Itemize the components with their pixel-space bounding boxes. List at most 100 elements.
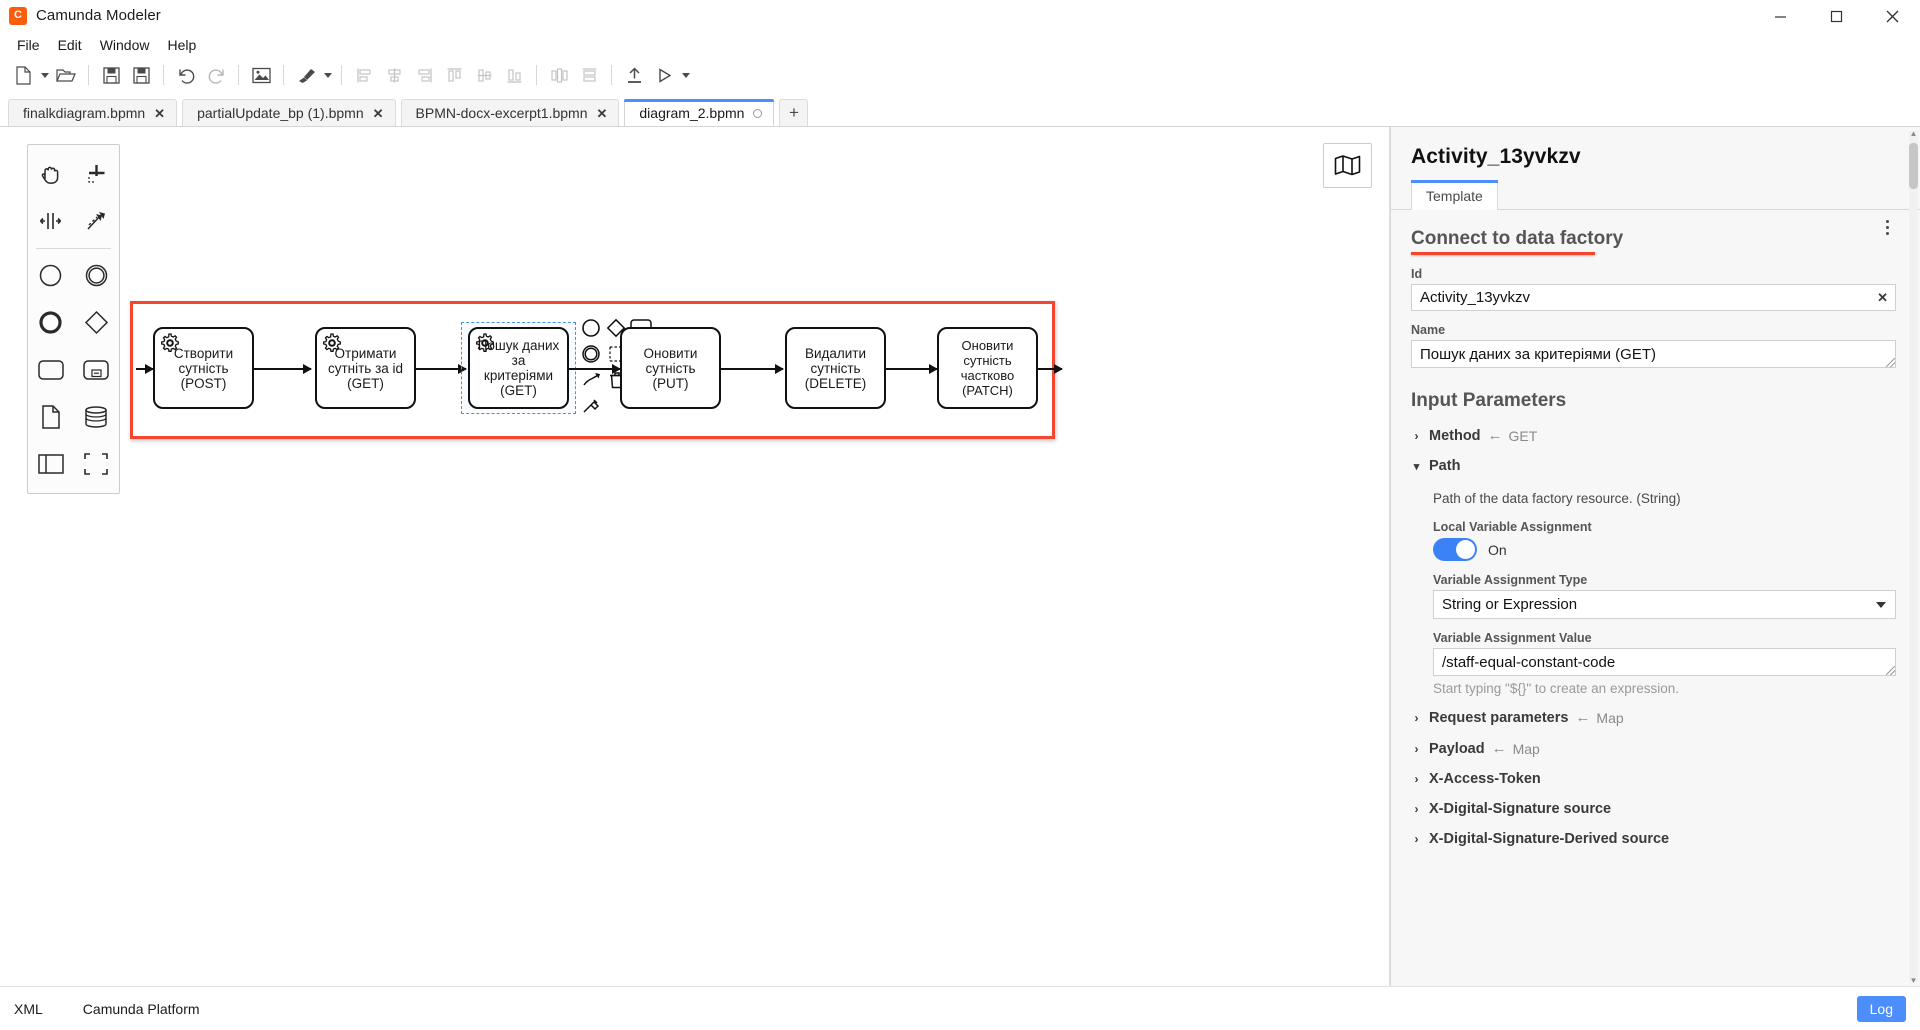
status-engine-label[interactable]: Camunda Platform xyxy=(57,1001,214,1017)
align-bottom-icon[interactable] xyxy=(499,61,529,89)
accordion-request-parameters[interactable]: › Request parameters ← Map xyxy=(1411,702,1896,733)
menu-file[interactable]: File xyxy=(8,35,49,55)
task-create-entity[interactable]: Створити сутність (POST) xyxy=(153,327,254,409)
sequence-flow xyxy=(1038,364,1063,374)
save-as-icon[interactable] xyxy=(126,61,156,89)
align-top-icon[interactable] xyxy=(439,61,469,89)
template-actions-menu-icon[interactable] xyxy=(1878,216,1896,238)
task-get-entity-by-id[interactable]: Отримати сутніть за id (GET) xyxy=(315,327,416,409)
brush-dropdown-caret[interactable] xyxy=(321,61,334,89)
variable-assignment-value-label: Variable Assignment Value xyxy=(1433,631,1592,645)
local-variable-assignment-toggle[interactable] xyxy=(1433,538,1477,561)
space-tool-icon[interactable] xyxy=(28,198,74,245)
accordion-payload[interactable]: › Payload ← Map xyxy=(1411,733,1896,764)
tab-label: partialUpdate_bp (1).bpmn xyxy=(197,105,364,121)
tab-close-icon[interactable]: ✕ xyxy=(154,107,165,120)
status-xml-button[interactable]: XML xyxy=(14,1001,57,1017)
accordion-x-digital-signature-source[interactable]: › X-Digital-Signature source xyxy=(1411,794,1896,824)
gateway-icon[interactable] xyxy=(74,299,120,346)
hand-tool-icon[interactable] xyxy=(28,151,74,198)
accordion-x-access-token[interactable]: › X-Access-Token xyxy=(1411,764,1896,794)
close-icon[interactable] xyxy=(1864,0,1920,32)
data-object-icon[interactable] xyxy=(28,393,74,440)
change-type-icon[interactable] xyxy=(580,395,602,417)
export-image-icon[interactable] xyxy=(246,61,276,89)
align-left-icon[interactable] xyxy=(349,61,379,89)
tab-partialupdate[interactable]: partialUpdate_bp (1).bpmn ✕ xyxy=(182,99,396,126)
participant-icon[interactable] xyxy=(28,440,74,487)
tab-unsaved-indicator[interactable] xyxy=(753,108,763,118)
properties-scrollbar[interactable]: ▲ ▼ xyxy=(1909,128,1918,985)
undo-icon[interactable] xyxy=(171,61,201,89)
new-file-dropdown-caret[interactable] xyxy=(38,61,51,89)
intermediate-event-icon[interactable] xyxy=(74,252,120,299)
tab-close-icon[interactable]: ✕ xyxy=(373,107,384,120)
new-file-icon[interactable] xyxy=(8,61,38,89)
open-file-icon[interactable] xyxy=(51,61,81,89)
name-input-resize-grip[interactable] xyxy=(1886,358,1895,367)
path-section-body: Path of the data factory resource. (Stri… xyxy=(1411,491,1896,696)
lasso-tool-icon[interactable] xyxy=(74,151,120,198)
task-update-entity-put[interactable]: Оновити сутність (PUT) xyxy=(620,327,721,409)
global-connect-tool-icon[interactable] xyxy=(74,198,120,245)
new-tab-button[interactable]: + xyxy=(779,99,809,126)
accordion-request-parameters-meta: ← Map xyxy=(1575,709,1623,726)
append-intermediate-event-icon[interactable] xyxy=(580,343,602,365)
sequence-flow xyxy=(569,364,621,374)
name-field-group: Name Пошук даних за критеріями (GET) xyxy=(1411,323,1896,368)
run-dropdown-caret[interactable] xyxy=(679,61,692,89)
log-button[interactable]: Log xyxy=(1856,995,1906,1022)
scrollbar-down-arrow-icon[interactable]: ▼ xyxy=(1909,975,1918,985)
properties-scroll-area[interactable]: Activity_13yvkzv Template Connect to dat… xyxy=(1391,127,1920,986)
brush-icon[interactable] xyxy=(291,61,321,89)
task-delete-entity[interactable]: Видалити сутність (DELETE) xyxy=(785,327,886,409)
accordion-x-digital-signature-derived-source[interactable]: › X-Digital-Signature-Derived source xyxy=(1411,824,1896,854)
variable-assignment-value-resize-grip[interactable] xyxy=(1886,666,1895,675)
tab-close-icon[interactable]: ✕ xyxy=(596,107,607,120)
scrollbar-track[interactable] xyxy=(1909,131,1918,982)
accordion-path[interactable]: ▾ Path xyxy=(1411,451,1896,481)
accordion-method[interactable]: › Method ← GET xyxy=(1411,420,1896,451)
redo-icon[interactable] xyxy=(201,61,231,89)
scrollbar-up-arrow-icon[interactable]: ▲ xyxy=(1909,128,1918,138)
distribute-horizontal-icon[interactable] xyxy=(544,61,574,89)
data-store-icon[interactable] xyxy=(74,393,120,440)
minimize-icon[interactable] xyxy=(1752,0,1808,32)
subprocess-collapsed-icon[interactable] xyxy=(74,346,120,393)
bpmn-canvas[interactable]: Створити сутність (POST) Отримати сутніт… xyxy=(0,127,1390,986)
distribute-vertical-icon[interactable] xyxy=(574,61,604,89)
scrollbar-thumb[interactable] xyxy=(1909,143,1918,189)
save-icon[interactable] xyxy=(96,61,126,89)
align-right-icon[interactable] xyxy=(409,61,439,89)
start-event-icon[interactable] xyxy=(28,252,74,299)
group-icon[interactable] xyxy=(74,440,120,487)
maximize-icon[interactable] xyxy=(1808,0,1864,32)
tab-template[interactable]: Template xyxy=(1411,180,1498,210)
minimap-toggle-button[interactable] xyxy=(1323,143,1372,188)
deploy-icon[interactable] xyxy=(619,61,649,89)
id-clear-icon[interactable]: ✕ xyxy=(1877,290,1888,306)
template-group-header: Connect to data factory xyxy=(1411,210,1896,255)
menu-help[interactable]: Help xyxy=(158,35,205,55)
tab-bpmn-docx-excerpt1[interactable]: BPMN-docx-excerpt1.bpmn ✕ xyxy=(400,99,620,126)
menu-edit[interactable]: Edit xyxy=(49,35,91,55)
task-search-data-by-criteria[interactable]: Пошук даних за критеріями (GET) xyxy=(468,327,569,409)
menu-bar: File Edit Window Help xyxy=(0,32,1920,57)
name-input[interactable]: Пошук даних за критеріями (GET) xyxy=(1411,340,1896,368)
align-center-icon[interactable] xyxy=(379,61,409,89)
camunda-modeler-window: C Camunda Modeler File Edit Window Help xyxy=(0,0,1920,1030)
tab-diagram-2[interactable]: diagram_2.bpmn xyxy=(624,99,775,126)
id-field-label: Id xyxy=(1411,267,1423,281)
align-middle-icon[interactable] xyxy=(469,61,499,89)
menu-window[interactable]: Window xyxy=(91,35,159,55)
end-event-icon[interactable] xyxy=(28,299,74,346)
id-input[interactable]: Activity_13yvkzv xyxy=(1411,284,1896,311)
task-icon[interactable] xyxy=(28,346,74,393)
tab-finalkdiagram[interactable]: finalkdiagram.bpmn ✕ xyxy=(8,99,178,126)
task-patch-entity[interactable]: Оновити сутність частково (PATCH) xyxy=(937,327,1038,409)
connect-icon[interactable] xyxy=(580,369,602,391)
variable-assignment-value-input[interactable]: /staff-equal-constant-code xyxy=(1433,648,1896,676)
run-icon[interactable] xyxy=(649,61,679,89)
append-end-event-icon[interactable] xyxy=(580,317,602,339)
variable-assignment-type-select[interactable]: String or Expression xyxy=(1433,590,1896,619)
